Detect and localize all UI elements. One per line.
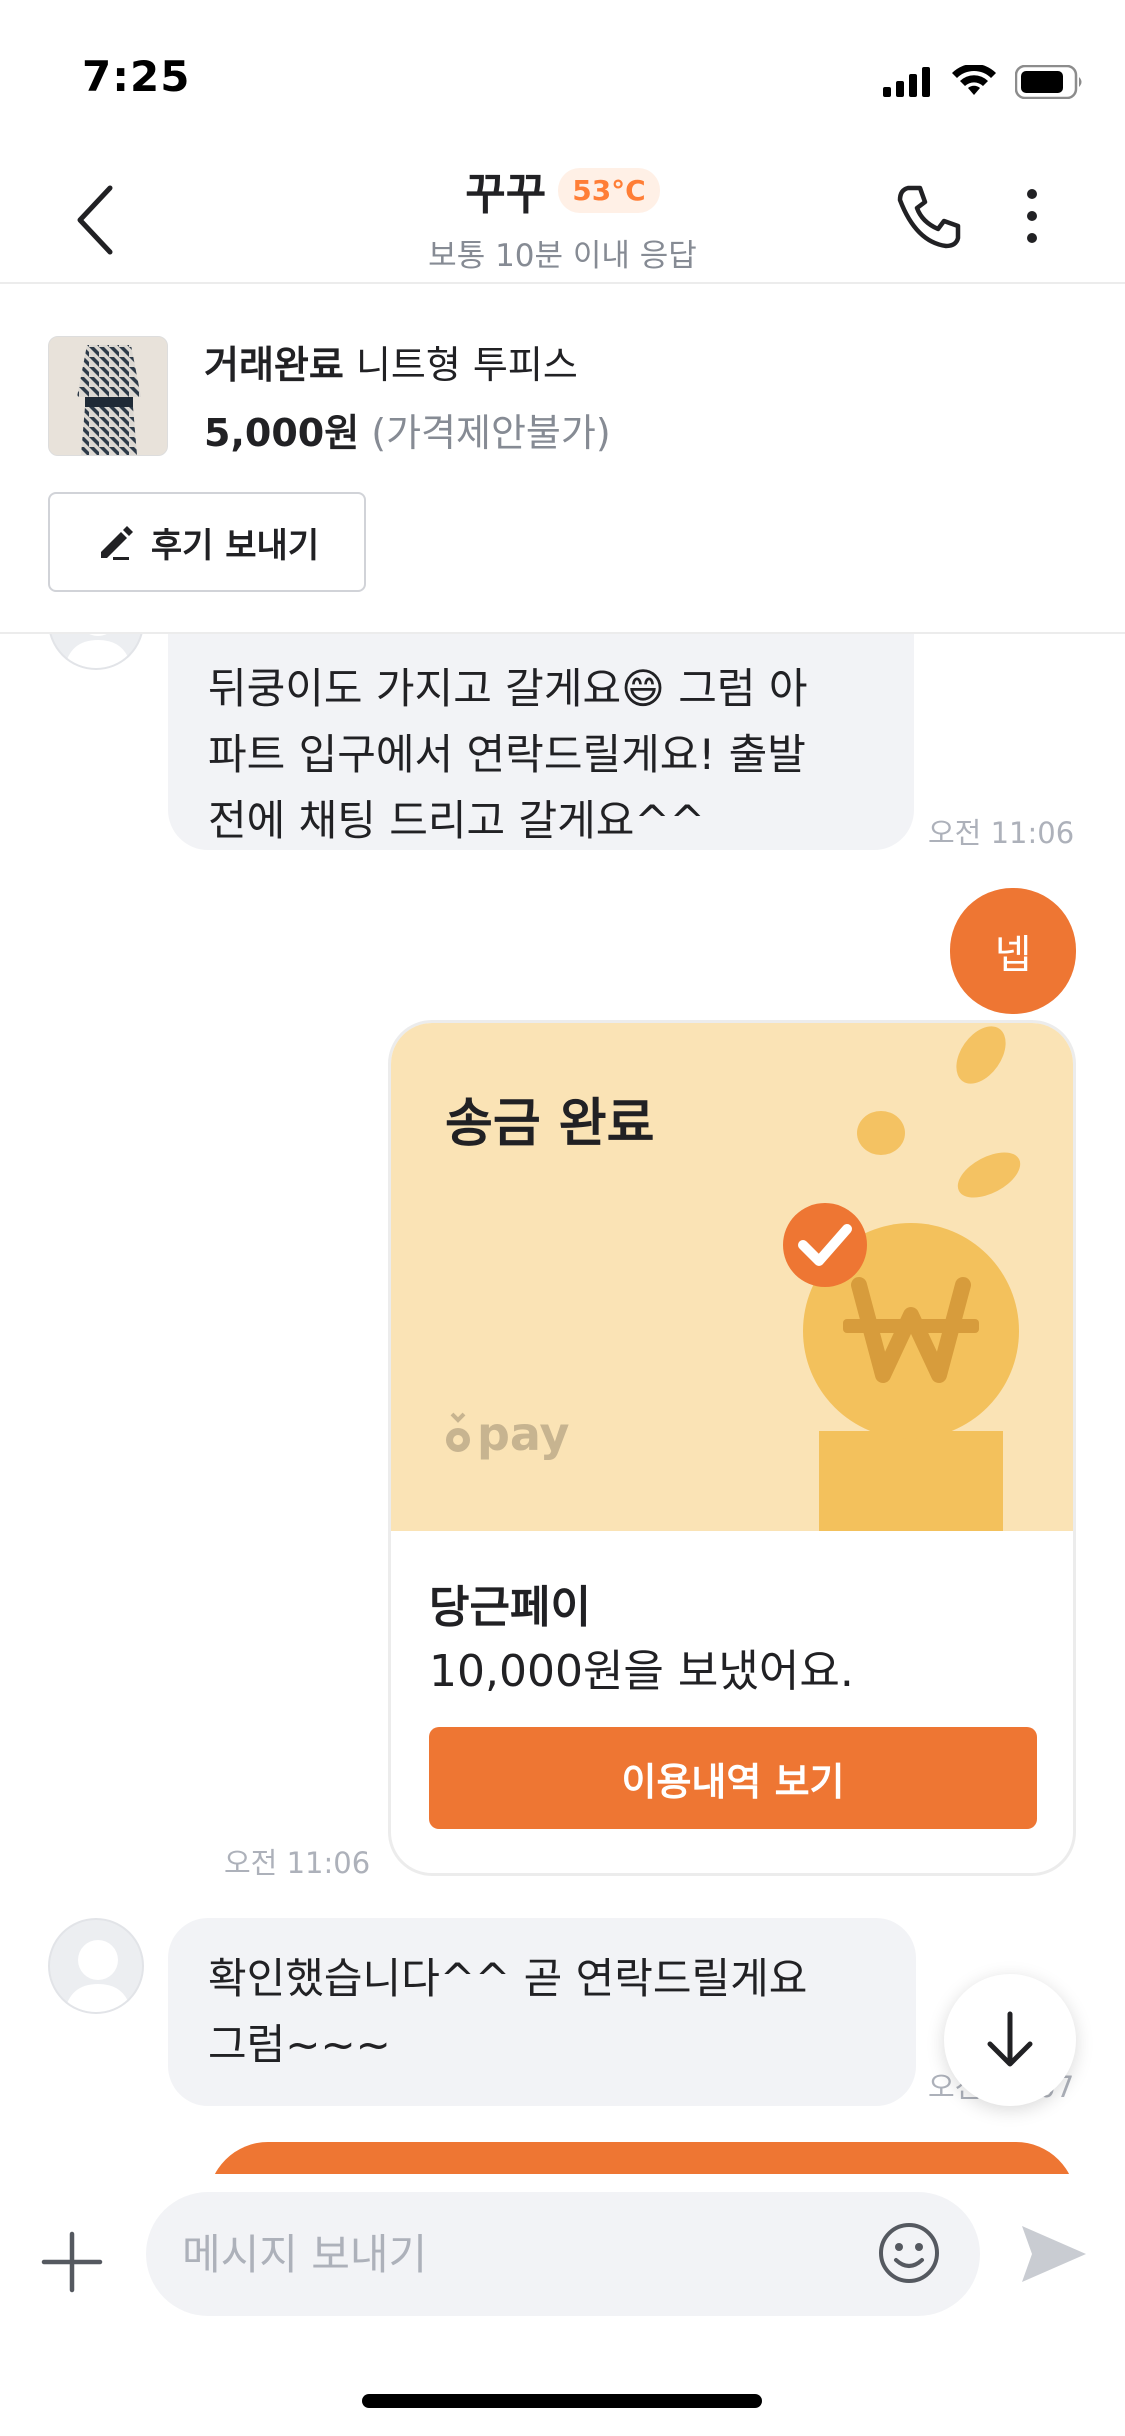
pay-logo: pay [443, 1407, 570, 1461]
price-negotiation: (가격제안불가) [371, 411, 611, 455]
message-line: 파트 입구에서 연락드릴게요! 출발 [208, 730, 806, 779]
product-price-row: 5,000원 (가격제안불가) [204, 402, 611, 457]
emoji-button[interactable] [876, 2220, 942, 2286]
message-time: 오전 11:06 [928, 816, 1075, 850]
message-line: 뒤쿵이도 가지고 갈게요😄 그럼 아 [208, 664, 808, 713]
pencil-icon [100, 526, 133, 560]
status-bar: 7:25 [0, 0, 1125, 140]
avatar[interactable] [48, 634, 144, 670]
pay-transfer-card[interactable]: 송금 완료 pay 당근페이 10,000원을 보냈어요. 이용내역 보기 [388, 1020, 1076, 1876]
pay-card-title: 송금 완료 [445, 1094, 655, 1154]
chat-messages[interactable]: 뒤쿵이도 가지고 갈게요😄 그럼 아 파트 입구에서 연락드릴게요! 출발 전에… [0, 634, 1125, 2174]
message-line: 전에 채팅 드리고 갈게요^^ [208, 796, 705, 845]
message-line: 확인했습니다^^ 곧 연락드릴게요 [208, 1954, 808, 2003]
outgoing-message-bubble[interactable] [208, 2142, 1076, 2174]
grinning-emoji-icon: 😄 [621, 664, 665, 713]
plus-icon [41, 2231, 103, 2293]
incoming-message-bubble[interactable]: 뒤쿵이도 가지고 갈게요😄 그럼 아 파트 입구에서 연락드릴게요! 출발 전에… [168, 634, 914, 850]
product-panel[interactable]: 거래완료 니트형 투피스 5,000원 (가격제안불가) 후기 보내기 [0, 286, 1125, 634]
product-thumbnail[interactable] [48, 336, 168, 456]
wifi-icon [952, 65, 996, 95]
product-title: 니트형 투피스 [355, 343, 578, 387]
view-history-button[interactable]: 이용내역 보기 [429, 1727, 1037, 1829]
arrow-down-icon [987, 2011, 1033, 2067]
cellular-signal-icon [883, 67, 930, 97]
message-time: 오전 11:06 [224, 1846, 371, 1880]
product-price: 5,000원 [204, 411, 360, 455]
partner-name[interactable]: 꾸꾸 [465, 158, 546, 222]
smiley-icon [879, 2223, 939, 2283]
product-image [49, 337, 167, 455]
message-line: 그럼~~~ [208, 2020, 391, 2069]
send-review-label: 후기 보내기 [150, 525, 320, 566]
phone-icon [897, 185, 961, 249]
send-review-button[interactable]: 후기 보내기 [48, 492, 366, 592]
send-icon [1022, 2226, 1086, 2282]
message-input-bar [0, 2174, 1125, 2436]
outgoing-message-bubble[interactable]: 넵 [950, 888, 1076, 1014]
chat-header: 꾸꾸 53°C 보통 10분 이내 응답 [0, 140, 1125, 284]
attach-button[interactable] [38, 2228, 106, 2296]
pay-card-banner: 송금 완료 pay [391, 1023, 1073, 1531]
message-input-container [146, 2192, 980, 2316]
more-vertical-icon [1027, 189, 1037, 243]
send-button[interactable] [1018, 2218, 1090, 2290]
status-time: 7:25 [82, 52, 191, 101]
trade-status: 거래완료 [204, 343, 344, 387]
default-profile-icon [64, 634, 132, 668]
pay-description: 10,000원을 보냈어요. [429, 1646, 854, 1697]
home-indicator [362, 2394, 762, 2408]
scroll-to-bottom-button[interactable] [944, 1974, 1076, 2106]
status-icons [883, 60, 1085, 104]
default-profile-icon [64, 1940, 132, 2012]
manner-temperature-badge: 53°C [558, 167, 660, 213]
message-input[interactable] [182, 2192, 862, 2316]
product-title-row: 거래완료 니트형 투피스 [204, 334, 578, 389]
avatar[interactable] [48, 1918, 144, 2014]
battery-icon [1015, 65, 1082, 99]
pay-service-name: 당근페이 [429, 1582, 591, 1633]
incoming-message-bubble[interactable]: 확인했습니다^^ 곧 연락드릴게요 그럼~~~ [168, 1918, 916, 2106]
more-options-button[interactable] [1012, 186, 1052, 246]
call-button[interactable] [894, 182, 964, 252]
carrot-logo-icon [446, 1412, 470, 1452]
